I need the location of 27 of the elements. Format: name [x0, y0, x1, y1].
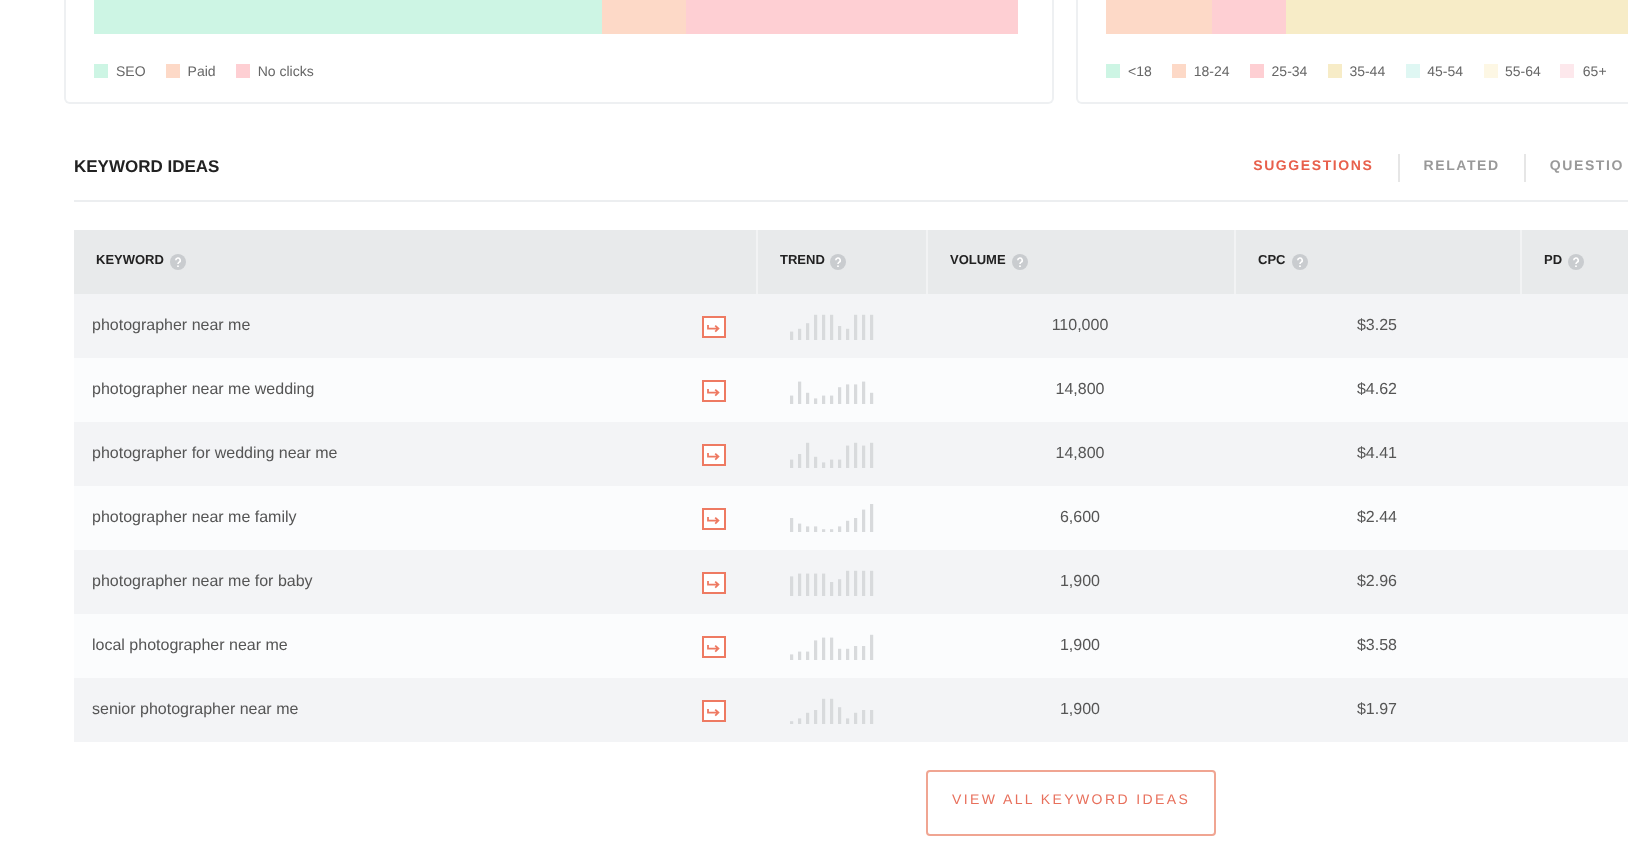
- keyword-link[interactable]: photographer near me wedding: [92, 378, 315, 402]
- help-icon[interactable]: [830, 254, 847, 270]
- table-cell: 1,900: [1059, 572, 1101, 590]
- help-icon[interactable]: [1011, 254, 1028, 270]
- table-cell: $2.44: [1356, 508, 1398, 526]
- keyword-link[interactable]: photographer for wedding near me: [92, 442, 338, 466]
- table-cell: 14,800: [1055, 444, 1105, 462]
- help-icon[interactable]: [1568, 254, 1585, 270]
- keyword-link[interactable]: photographer near me: [92, 314, 251, 338]
- keyword-link[interactable]: senior photographer near me: [92, 698, 299, 722]
- table-cell: 1,900: [1059, 700, 1101, 718]
- table-cell: $3.58: [1356, 636, 1398, 654]
- help-icon[interactable]: [1291, 254, 1308, 270]
- section-title: KEYWORD IDEAS: [74, 154, 220, 180]
- table-cell: $4.62: [1356, 380, 1398, 398]
- table-cell: $1.97: [1356, 700, 1398, 718]
- table-cell: 14,800: [1055, 380, 1105, 398]
- table-cell: 1,900: [1059, 636, 1101, 654]
- table-cell: 110,000: [1051, 316, 1109, 334]
- table-cell: $2.96: [1356, 572, 1398, 590]
- keyword-link[interactable]: photographer near me for baby: [92, 570, 313, 594]
- table-cell: $3.25: [1356, 316, 1398, 334]
- table-cell: $4.41: [1356, 444, 1398, 462]
- table-cell: 6,600: [1059, 508, 1101, 526]
- keyword-link[interactable]: photographer near me family: [92, 506, 297, 530]
- help-icon[interactable]: [169, 254, 186, 270]
- keyword-link[interactable]: local photographer near me: [92, 634, 288, 658]
